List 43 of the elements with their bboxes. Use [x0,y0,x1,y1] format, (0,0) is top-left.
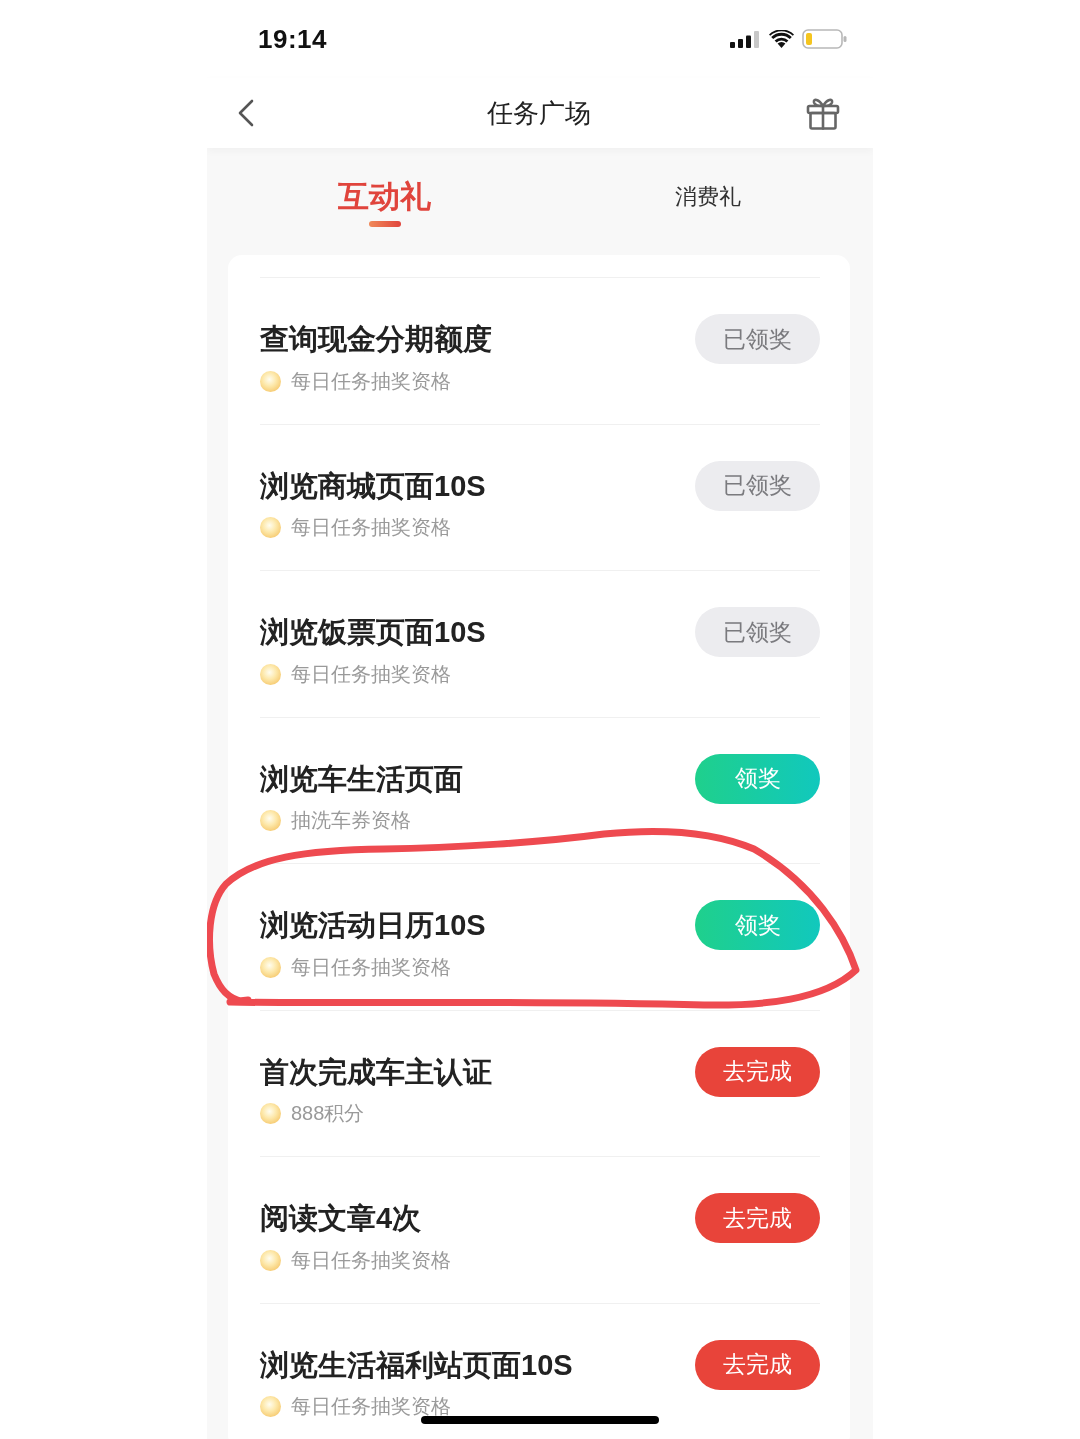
gift-icon [806,96,840,130]
tab[interactable]: 互动礼 [336,174,433,230]
back-button[interactable] [238,99,254,127]
task-title: 浏览生活福利站页面10S [260,1347,573,1383]
task-action-button[interactable]: 已领奖 [695,460,820,511]
task-action-button[interactable]: 去完成 [695,1339,820,1390]
task-action-button[interactable]: 去完成 [695,1046,820,1097]
task-title: 浏览车生活页面 [260,761,463,797]
task-action-button[interactable]: 领奖 [695,900,820,950]
page-title: 任务广场 [487,96,591,130]
coin-icon [260,370,281,392]
task-reward: 每日任务抽奖资格 [291,954,451,980]
status-time: 19:14 [258,23,327,55]
task-reward: 每日任务抽奖资格 [291,1394,451,1419]
task-title: 查询现金分期额度 [260,322,492,357]
task-action-button[interactable]: 已领奖 [695,314,820,364]
task-action-button[interactable]: 已领奖 [695,607,820,657]
coin-icon [260,956,281,978]
task-reward: 每日任务抽奖资格 [291,1247,451,1273]
coin-icon [260,1396,281,1417]
task-action-button[interactable]: 去完成 [695,1193,820,1243]
coin-icon [260,1103,281,1124]
task-reward: 抽洗车券资格 [291,808,411,833]
signal-icon [730,30,761,48]
task-title: 浏览商城页面10S [260,468,486,504]
tab[interactable]: 消费礼 [672,174,743,225]
coin-icon [260,663,281,685]
coin-icon [260,517,281,538]
task-title: 阅读文章4次 [260,1201,423,1236]
task-title: 首次完成车主认证 [260,1054,492,1090]
task-reward: 每日任务抽奖资格 [291,515,451,540]
battery-icon [802,29,847,49]
task-reward: 每日任务抽奖资格 [291,368,451,394]
task-action-button[interactable]: 领奖 [695,753,820,804]
coin-icon [260,1249,281,1271]
task-title: 浏览活动日历10S [260,908,486,943]
back-chevron-icon [238,99,254,127]
coin-icon [260,810,281,831]
task-title: 浏览饭票页面10S [260,615,486,650]
gift-button[interactable] [806,96,840,130]
wifi-icon [769,30,794,48]
task-reward: 每日任务抽奖资格 [291,661,451,687]
task-reward: 888积分 [291,1101,365,1126]
